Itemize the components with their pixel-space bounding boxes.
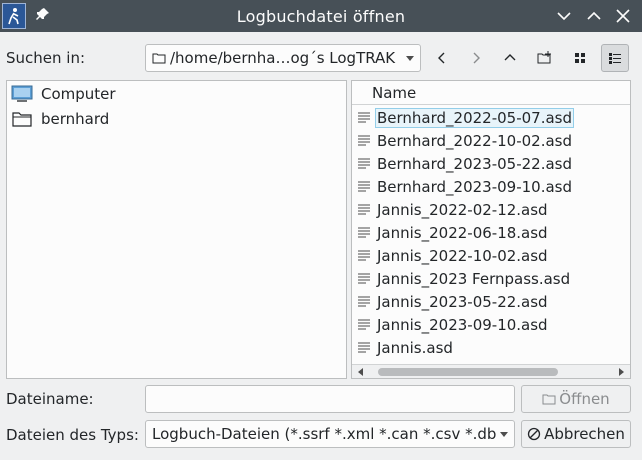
look-in-label: Suchen in: [6, 49, 86, 67]
file-row[interactable]: Bernhard_2023-09-10.asd [352, 175, 630, 198]
text-file-icon [358, 157, 370, 169]
sidebar-item-computer[interactable]: Computer [11, 82, 116, 106]
close-button[interactable] [612, 5, 634, 27]
sidebar-item-label: bernhard [41, 110, 110, 128]
text-file-icon [358, 341, 370, 353]
minimize-button[interactable] [553, 5, 575, 27]
file-name: Jannis_2022-06-18.asd [377, 223, 548, 242]
sidebar-item-bernhard[interactable]: bernhard [11, 107, 109, 131]
icon-view-button[interactable] [566, 44, 594, 72]
look-in-combo[interactable]: /home/bernha…og´s LogTRAK [145, 44, 421, 72]
chevron-down-icon [406, 56, 414, 61]
file-name: Jannis_2023-09-10.asd [377, 315, 548, 334]
text-file-icon [358, 226, 370, 238]
cancel-icon [527, 427, 541, 441]
chevron-down-icon [500, 432, 508, 437]
file-row[interactable]: Bernhard_2023-05-22.asd [352, 152, 630, 175]
text-file-icon [358, 272, 370, 284]
open-button-label: Öffnen [559, 390, 610, 408]
file-name: Jannis_2023 Fernpass.asd [377, 269, 571, 288]
file-name: Jannis_2023-05-22.asd [377, 292, 548, 311]
file-name: Bernhard_2022-10-02.asd [377, 131, 573, 150]
folder-icon [11, 110, 33, 128]
cancel-button-label: Abbrechen [544, 425, 625, 443]
file-name: Jannis_2022-02-12.asd [377, 200, 548, 219]
text-file-icon [358, 203, 370, 215]
file-row[interactable]: Jannis_2022-10-02.asd [352, 244, 630, 267]
text-file-icon [358, 249, 370, 261]
file-row[interactable]: Jannis_2023-09-10.asd [352, 313, 630, 336]
title-bar: Logbuchdatei öffnen [0, 0, 642, 32]
file-name: Bernhard_2022-05-07.asd [375, 107, 575, 128]
text-file-icon [358, 111, 370, 123]
window-title: Logbuchdatei öffnen [236, 7, 406, 26]
open-button[interactable]: Öffnen [521, 385, 631, 413]
file-row[interactable]: Jannis_2023 Fernpass.asd [352, 267, 630, 290]
back-button[interactable] [428, 44, 456, 72]
file-row[interactable]: Jannis.asd [352, 336, 630, 359]
file-name: Bernhard_2023-05-22.asd [377, 154, 573, 173]
filename-label: Dateiname: [6, 390, 94, 408]
filetype-combo[interactable]: Logbuch-Dateien (*.ssrf *.xml *.can *.cs… [145, 420, 515, 448]
maximize-button[interactable] [583, 5, 605, 27]
file-name: Jannis_2022-10-02.asd [377, 246, 548, 265]
filename-input[interactable] [145, 385, 515, 413]
sidebar-item-label: Computer [41, 85, 116, 103]
detail-view-button[interactable] [601, 44, 629, 72]
scrollbar-thumb[interactable] [378, 368, 558, 376]
file-row[interactable]: Bernhard_2022-05-07.asd [352, 106, 630, 129]
file-name: Bernhard_2023-09-10.asd [377, 177, 573, 196]
file-list[interactable]: Name Bernhard_2022-05-07.asd Bernhard_202… [351, 80, 631, 379]
look-in-path: /home/bernha…og´s LogTRAK [170, 49, 396, 67]
column-header-label: Name [372, 84, 417, 102]
filetype-value: Logbuch-Dateien (*.ssrf *.xml *.can *.cs… [152, 425, 497, 443]
file-row[interactable]: Jannis_2023-05-22.asd [352, 290, 630, 313]
file-row[interactable]: Jannis_2022-06-18.asd [352, 221, 630, 244]
scroll-left-icon[interactable] [358, 368, 363, 376]
forward-button[interactable] [462, 44, 490, 72]
text-file-icon [358, 180, 370, 192]
new-folder-button[interactable] [531, 44, 559, 72]
filetype-label: Dateien des Typs: [6, 426, 139, 444]
cancel-button[interactable]: Abbrechen [521, 420, 631, 448]
folder-icon [152, 52, 166, 64]
scroll-right-icon[interactable] [619, 368, 624, 376]
text-file-icon [358, 318, 370, 330]
folder-open-icon [542, 393, 556, 405]
file-row[interactable]: Bernhard_2022-10-02.asd [352, 129, 630, 152]
column-header-name[interactable]: Name [352, 81, 630, 105]
file-row[interactable]: Jannis_2022-02-12.asd [352, 198, 630, 221]
places-sidebar: Computer bernhard [6, 80, 347, 379]
text-file-icon [358, 134, 370, 146]
parent-directory-button[interactable] [496, 44, 524, 72]
horizontal-scrollbar[interactable] [352, 364, 630, 378]
text-file-icon [358, 295, 370, 307]
file-name: Jannis.asd [377, 338, 453, 357]
computer-icon [11, 85, 33, 103]
